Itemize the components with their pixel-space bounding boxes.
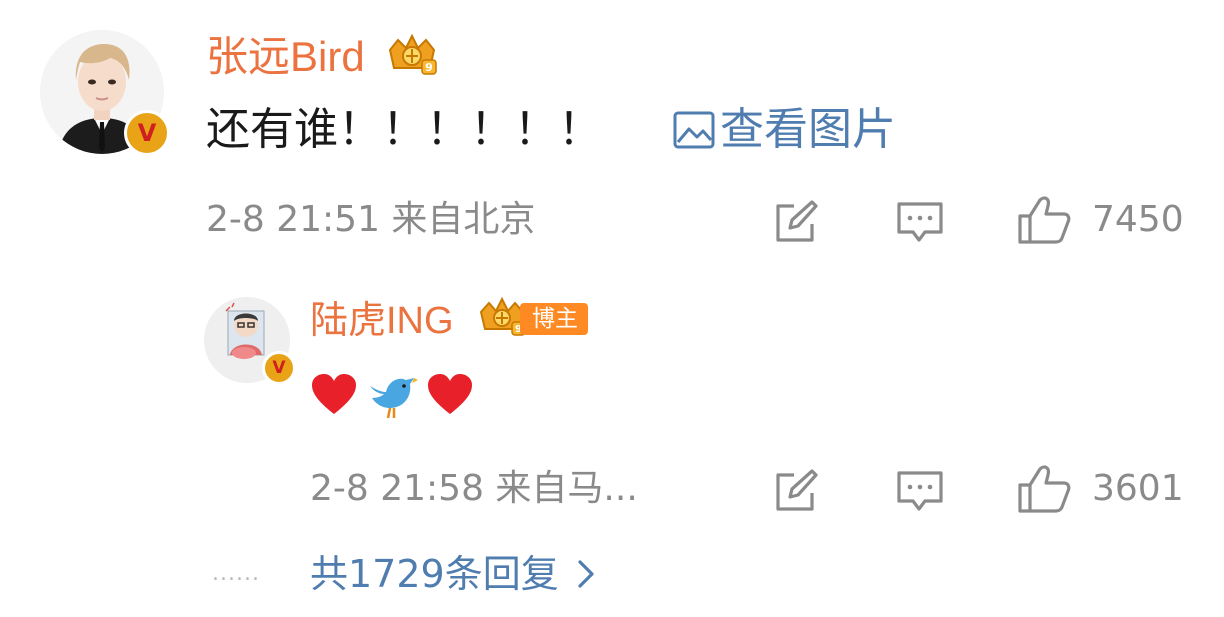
- comment-text: 还有谁！！！！！！: [206, 104, 602, 155]
- share-edit-icon: [776, 469, 818, 511]
- blue-bird-icon: [370, 378, 418, 419]
- comment-bubble-icon: [897, 202, 943, 242]
- commenter-username[interactable]: 张远Bird: [206, 30, 365, 84]
- commenter-avatar[interactable]: V: [40, 30, 170, 156]
- share-edit-icon: [776, 200, 818, 242]
- red-heart-icon: [312, 374, 356, 414]
- comment-meta: 2-8 21:51 来自北京: [206, 199, 536, 240]
- reply-comment-button[interactable]: [894, 465, 946, 517]
- more-replies-label: 共1729条回复: [310, 552, 559, 596]
- author-badge: 博主: [520, 303, 588, 335]
- red-heart-icon: [428, 374, 472, 414]
- image-icon: [673, 111, 715, 149]
- crown-level-icon: 9: [388, 33, 437, 75]
- chevron-right-icon: [578, 560, 594, 588]
- view-image-label: 查看图片: [720, 104, 896, 155]
- reply-username[interactable]: 陆虎ING: [310, 297, 454, 345]
- thumbs-up-icon: [1018, 465, 1071, 513]
- reply-avatar[interactable]: V: [204, 297, 296, 385]
- thumbs-up-icon: [1018, 196, 1071, 244]
- comment-bubble-icon: [897, 471, 943, 511]
- reply-verified-badge-icon: V: [262, 351, 296, 385]
- reply-repost-button[interactable]: [770, 465, 822, 517]
- verified-badge-icon: V: [124, 110, 170, 156]
- svg-text:9: 9: [425, 61, 433, 74]
- comment-button[interactable]: [894, 196, 946, 248]
- reply-like-count: 3601: [1092, 468, 1184, 509]
- more-dots: ......: [212, 561, 260, 586]
- like-count: 7450: [1092, 199, 1184, 240]
- more-replies-link[interactable]: 共1729条回复: [310, 550, 595, 598]
- like-button[interactable]: 7450: [1016, 194, 1184, 246]
- repost-button[interactable]: [770, 196, 822, 248]
- reply-like-button[interactable]: 3601: [1016, 463, 1184, 515]
- reply-content: [310, 366, 474, 422]
- view-image-link[interactable]: 查看图片: [672, 102, 896, 158]
- reply-meta: 2-8 21:58 来自马...: [310, 468, 638, 509]
